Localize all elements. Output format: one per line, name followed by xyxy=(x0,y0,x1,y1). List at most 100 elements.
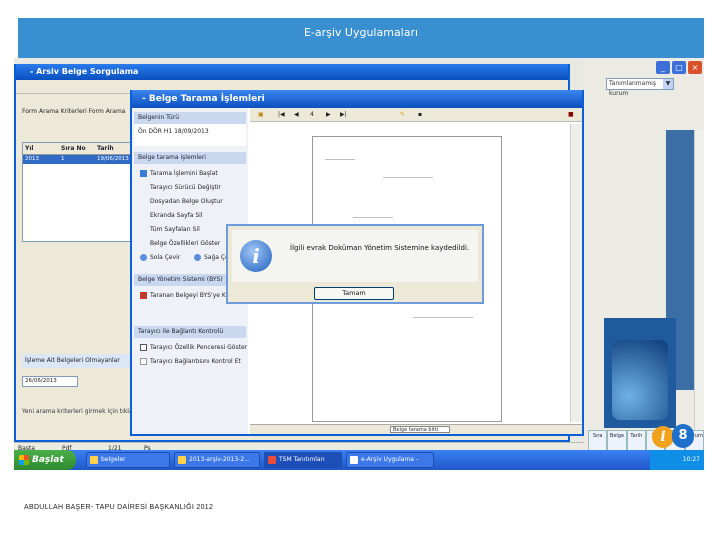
create-from-file-label: Dosyadan Belge Oluştur xyxy=(150,198,223,205)
taskbar-item[interactable]: belgeler xyxy=(86,452,170,468)
taskbar-item[interactable]: e-Arşiv Uygulama - Micro... xyxy=(346,452,434,477)
taskbar-item-label: TSM Tanıtımları xyxy=(279,456,325,463)
clock: 10:27 xyxy=(682,456,700,463)
windows-flag-icon xyxy=(19,455,29,465)
doc-line xyxy=(383,177,433,178)
page-number-field[interactable]: 4 xyxy=(310,111,314,118)
table-header-cell: Sıra xyxy=(588,430,608,452)
grid-header-seq[interactable]: Sıra No xyxy=(59,143,95,154)
doc-type-header: Belgenin Türü xyxy=(134,112,246,124)
doc-type-value: Ön DÖR H1 18/09/2013 xyxy=(134,124,246,146)
last-page-icon[interactable]: ▶| xyxy=(340,111,347,118)
slide-footer: ABDULLAH BAŞER- TAPU DAİRESİ BAŞKANLIĞI … xyxy=(24,504,214,511)
check-scanner-connection-label: Tarayıcı Bağlantısını Kontrol Et xyxy=(150,358,241,365)
rotate-left-icon xyxy=(140,254,147,261)
folder-icon xyxy=(90,456,98,464)
document-thumbnail xyxy=(604,318,676,428)
thumbnail-image xyxy=(612,340,668,420)
checkbox-icon xyxy=(140,344,147,351)
right-scrollbar[interactable] xyxy=(694,130,704,430)
ok-button[interactable]: Tamam xyxy=(314,287,394,300)
doc-line xyxy=(413,317,473,318)
new-search-link[interactable]: Yeni arama kriterleri girmek için tıklay… xyxy=(22,408,146,415)
table-row[interactable]: 2013 1 19/06/2013 xyxy=(23,155,131,164)
dialog-message: İlgili evrak Doküman Yönetim Sistemine k… xyxy=(290,244,470,252)
show-doc-properties-item[interactable]: Belge Özellikleri Göster xyxy=(150,240,220,247)
docless-transactions-label: İşleme Ait Belgeleri Olmayanlar xyxy=(22,354,130,368)
delete-all-pages-item[interactable]: Tüm Sayfaları Sil xyxy=(150,226,200,233)
info-dialog: i İlgili evrak Doküman Yönetim Sistemine… xyxy=(226,224,484,304)
next-page-icon[interactable]: ▶ xyxy=(326,111,331,118)
table-header-cell: Belge xyxy=(607,430,627,452)
start-label: Başlat xyxy=(32,455,64,465)
slide-title: E-arşiv Uygulamaları xyxy=(303,26,419,39)
show-scanner-props-checkbox[interactable]: Tarayıcı Özellik Penceresi Göster xyxy=(140,344,247,351)
delete-page-label: Ekranda Sayfa Sil xyxy=(150,212,203,219)
maximize-button[interactable]: □ xyxy=(672,61,686,74)
grid-cell: 2013 xyxy=(25,156,39,162)
change-scanner-label: Tarayıcı Sürücü Değiştir xyxy=(150,184,221,191)
scan-status-text: Belge tarama bitti xyxy=(390,426,450,433)
institution-dropdown-value: Tanımlanmamış kurum xyxy=(609,80,656,97)
grid-header: Yıl Sıra No Tarih xyxy=(23,143,131,155)
save-icon[interactable]: ▪ xyxy=(418,111,422,118)
browser-icon xyxy=(350,456,358,464)
taskbar-item-label: 2013-arşiv-2013-2... xyxy=(189,456,250,463)
document-scan-titlebar[interactable]: - Belge Tarama İşlemleri xyxy=(132,90,582,108)
taskbar: Başlat belgeler 2013-arşiv-2013-2... TSM… xyxy=(14,450,704,477)
system-tray: 10:27 xyxy=(650,450,704,470)
create-from-file-item[interactable]: Dosyadan Belge Oluştur xyxy=(150,198,223,205)
dialog-message-area: i İlgili evrak Doküman Yönetim Sistemine… xyxy=(232,230,478,282)
ministry-logo: i 8 xyxy=(652,424,696,450)
scanner-toolbar-icon[interactable]: ▣ xyxy=(258,111,264,118)
rotate-left-label: Sola Çevir xyxy=(150,254,181,261)
institution-dropdown[interactable]: Tanımlanmamış kurum ▼ xyxy=(606,78,674,97)
scan-toolbar: ▣ |◀ ◀ 4 ▶ ▶| ✎ ▪ ■ xyxy=(250,108,582,122)
start-scan-item[interactable]: Tarama İşlemini Başlat xyxy=(140,170,218,177)
pen-icon[interactable]: ✎ xyxy=(400,111,405,118)
preview-scrollbar[interactable] xyxy=(570,124,582,422)
scan-status-bar: Belge tarama bitti xyxy=(250,424,582,434)
start-button[interactable]: Başlat xyxy=(14,450,76,470)
folder-icon xyxy=(178,456,186,464)
delete-page-item[interactable]: Ekranda Sayfa Sil xyxy=(150,212,202,219)
search-tabs[interactable]: Form Arama Kriterleri Form Arama xyxy=(22,108,125,115)
grid-header-year[interactable]: Yıl xyxy=(23,143,59,154)
rotate-left-button[interactable]: Sola Çevir xyxy=(140,254,180,261)
taskbar-item[interactable]: TSM Tanıtımları xyxy=(264,452,342,468)
chevron-down-icon: ▼ xyxy=(663,79,673,89)
taskbar-item[interactable]: 2013-arşiv-2013-2... xyxy=(174,452,260,468)
scanner-connection-header: Tarayıcı ile Bağlantı Kontrolü xyxy=(134,326,246,338)
taskbar-item-label: e-Arşiv Uygulama - Micro... xyxy=(361,456,419,477)
close-button[interactable]: × xyxy=(688,61,702,74)
grid-cell: 19/06/2013 xyxy=(97,156,129,162)
check-scanner-connection-checkbox[interactable]: Tarayıcı Bağlantısını Kontrol Et xyxy=(140,358,241,365)
scan-operations-header: Belge tarama işlemleri xyxy=(134,152,246,164)
info-icon: i xyxy=(240,240,272,272)
minimize-button[interactable]: _ xyxy=(656,61,670,74)
save-icon xyxy=(140,292,147,299)
logo-circle-orange: i xyxy=(652,426,674,448)
taskbar-item-label: belgeler xyxy=(101,456,126,463)
right-background-pane: Tanımlanmamış kurum ▼ _ □ × Sıra Belge T… xyxy=(584,58,704,470)
doc-line xyxy=(325,159,355,160)
slide-header: E-arşiv Uygulamaları xyxy=(18,18,704,58)
rotate-right-icon xyxy=(194,254,201,261)
trash-icon[interactable]: ■ xyxy=(568,111,574,118)
app-icon xyxy=(268,456,276,464)
search-result-grid: Yıl Sıra No Tarih 2013 1 19/06/2013 xyxy=(22,142,132,242)
scanner-icon xyxy=(140,170,147,177)
date-field[interactable]: 26/06/2013 xyxy=(22,376,78,387)
grid-header-date[interactable]: Tarih xyxy=(95,143,131,154)
doc-line xyxy=(353,217,393,218)
delete-all-pages-label: Tüm Sayfaları Sil xyxy=(150,226,200,233)
first-page-icon[interactable]: |◀ xyxy=(278,111,285,118)
prev-page-icon[interactable]: ◀ xyxy=(294,111,299,118)
screenshot-area: Tanımlanmamış kurum ▼ _ □ × Sıra Belge T… xyxy=(14,58,704,470)
checkbox-icon xyxy=(140,358,147,365)
change-scanner-item[interactable]: Tarayıcı Sürücü Değiştir xyxy=(150,184,221,191)
archive-search-titlebar[interactable]: - Arsiv Belge Sorgulama xyxy=(16,64,568,80)
show-scanner-props-label: Tarayıcı Özellik Penceresi Göster xyxy=(150,344,248,351)
grid-cell: 1 xyxy=(61,156,65,162)
logo-circle-blue: 8 xyxy=(672,424,694,448)
